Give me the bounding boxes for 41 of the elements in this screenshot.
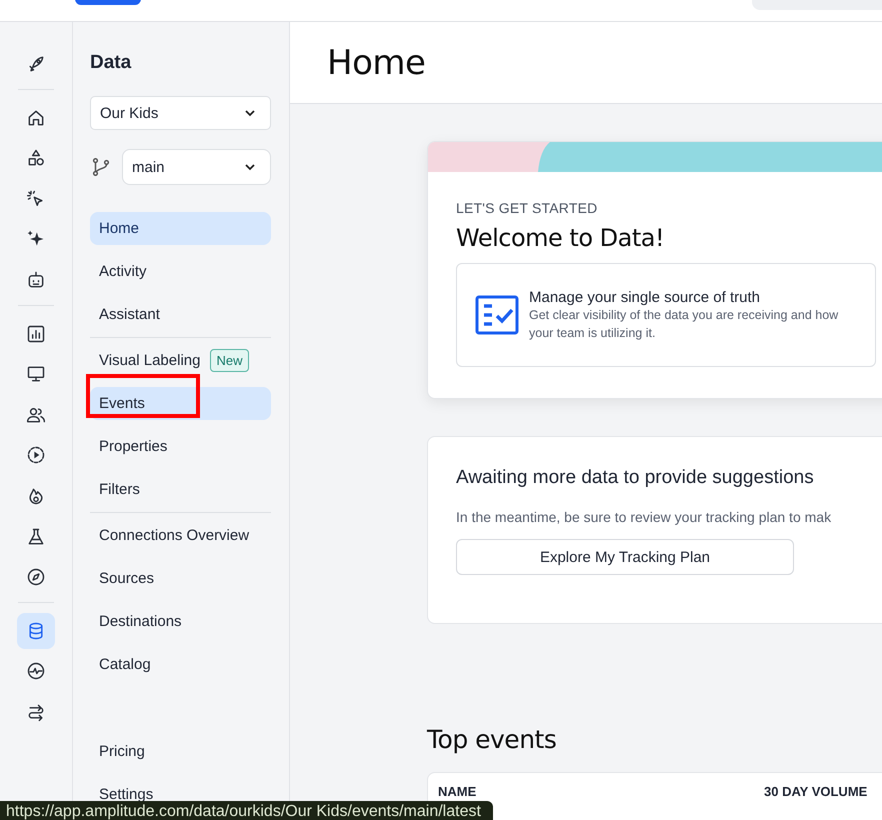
checklist-icon <box>475 295 519 335</box>
eyebrow-label: LET'S GET STARTED <box>456 200 598 216</box>
project-select[interactable]: Our Kids <box>90 96 271 130</box>
compass-icon <box>26 567 46 588</box>
feature-card[interactable]: Manage your single source of truth Get clear visibility of the data you are receiving and how your team is utilizing it. <box>456 263 876 367</box>
welcome-title: Welcome to Data! <box>456 224 666 252</box>
sidebar-item[interactable]: Pricing <box>90 735 271 768</box>
new-badge: New <box>210 349 248 372</box>
sidebar-item[interactable]: Assistant <box>90 298 271 331</box>
sidebar-item[interactable]: Destinations <box>90 605 271 638</box>
section-title: Top events <box>427 725 558 754</box>
branch-select[interactable]: main <box>122 149 271 185</box>
feature-description: Get clear visibility of the data you are receiving and how your team is utilizing it. <box>529 306 840 342</box>
swap-arrows-icon <box>26 702 46 722</box>
branch-icon <box>90 156 112 178</box>
sidebar-title: Data <box>90 52 132 74</box>
column-header: NAME <box>438 784 476 799</box>
column-header: 30 DAY VOLUME <box>764 784 868 799</box>
explore-button[interactable]: Explore My Tracking Plan <box>456 539 794 575</box>
sidebar-item[interactable]: Activity <box>90 255 271 288</box>
sidebar-item[interactable]: Home <box>90 212 271 245</box>
sidebar-item[interactable]: Properties <box>90 430 271 463</box>
home-icon <box>26 108 46 128</box>
sidebar-item[interactable]: Catalog <box>90 648 271 681</box>
flask-icon <box>26 526 46 547</box>
sidebar-item[interactable]: Sources <box>90 562 271 595</box>
robot-icon <box>26 270 46 290</box>
link-url-tooltip: https://app.amplitude.com/data/ourkids/Our Kids/events/main/latest <box>0 801 493 820</box>
activity-icon <box>26 661 46 682</box>
sidebar-item[interactable]: Visual Labeling <box>90 344 210 377</box>
suggestions-title: Awaiting more data to provide suggestions <box>456 467 815 489</box>
bar-chart-icon <box>26 324 46 344</box>
monitor-icon <box>26 364 46 384</box>
suggestions-text: In the meantime, be sure to review your tracking plan to mak <box>456 509 832 525</box>
page-title: Home <box>327 42 426 82</box>
sidebar-item[interactable]: Events <box>90 387 271 420</box>
shapes-icon <box>26 148 46 168</box>
sidebar-item[interactable]: Connections Overview <box>90 519 271 552</box>
feature-title: Manage your single source of truth <box>529 288 761 306</box>
sidebar-item[interactable]: Filters <box>90 473 271 506</box>
play-circle-icon <box>26 445 46 466</box>
